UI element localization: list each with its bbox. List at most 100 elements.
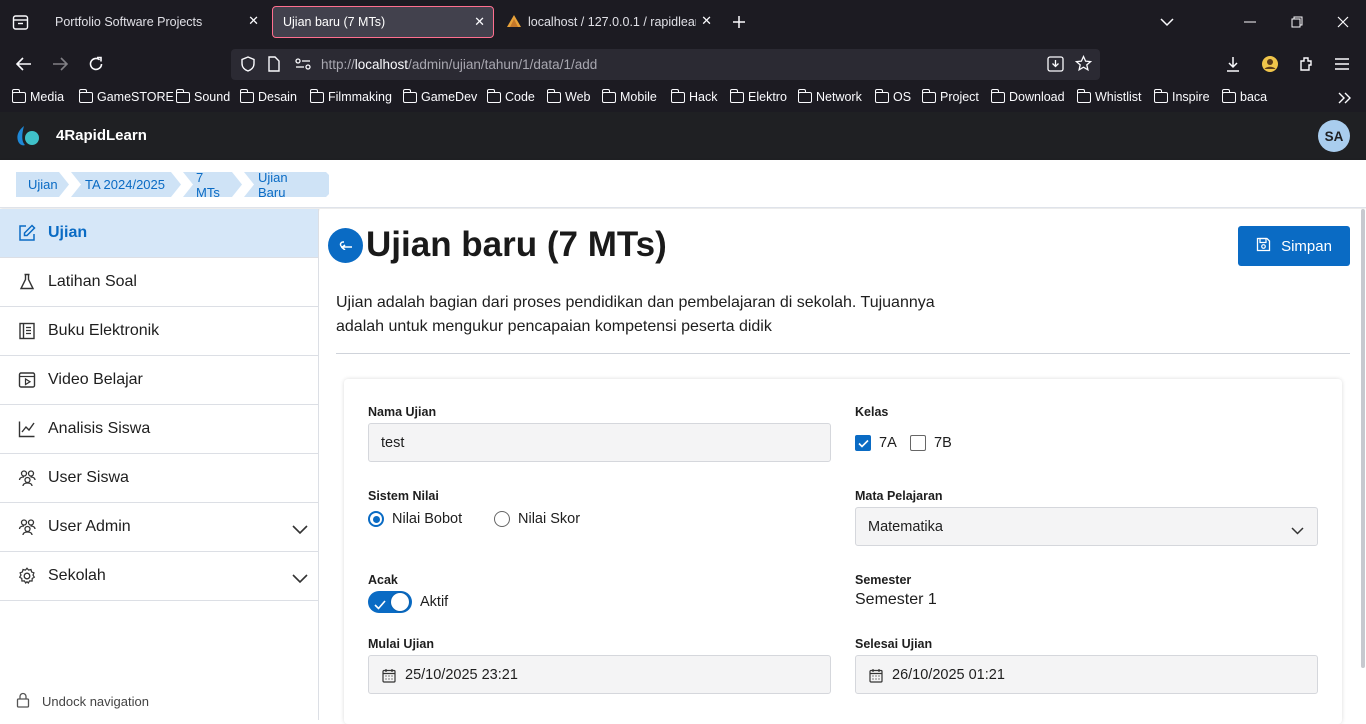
- extensions-icon[interactable]: [1297, 55, 1315, 73]
- sistem-nilai-option-skor[interactable]: Nilai Skor: [494, 511, 580, 527]
- bookmark-inspire[interactable]: Inspire: [1153, 88, 1210, 104]
- back-icon[interactable]: [15, 55, 33, 73]
- back-button[interactable]: [328, 228, 363, 263]
- breadcrumb-label: Ujian Baru: [258, 169, 288, 200]
- scrollbar[interactable]: [1361, 209, 1365, 668]
- calendar-icon[interactable]: [382, 668, 396, 687]
- reload-icon[interactable]: [87, 55, 105, 73]
- sistem-nilai-option-bobot[interactable]: Nilai Bobot: [368, 511, 462, 527]
- kelas-option-7b[interactable]: 7B: [910, 435, 952, 451]
- sidebar-item-user-siswa[interactable]: User Siswa: [0, 454, 318, 503]
- tab-title: localhost / 127.0.0.1 / rapidlearn: [528, 15, 696, 29]
- url-text[interactable]: http://localhost/admin/ujian/tahun/1/dat…: [321, 57, 597, 72]
- chevron-down-icon[interactable]: [292, 571, 308, 589]
- permissions-icon[interactable]: [295, 57, 311, 76]
- app-header: 4RapidLearn SA: [0, 112, 1366, 160]
- tab-ujian-baru[interactable]: Ujian baru (7 MTs) ✕: [272, 6, 494, 38]
- radio-unselected-icon[interactable]: [494, 511, 510, 527]
- sidebar-item-latihan-soal[interactable]: Latihan Soal: [0, 258, 318, 307]
- install-icon[interactable]: [1047, 56, 1064, 77]
- bookmark-media[interactable]: Media: [11, 88, 64, 104]
- sidebar-item-analisis-siswa[interactable]: Analisis Siswa: [0, 405, 318, 454]
- close-icon[interactable]: ✕: [474, 14, 485, 30]
- nama-ujian-input[interactable]: test: [368, 423, 831, 462]
- breadcrumb-item-current[interactable]: Ujian Baru: [244, 172, 329, 197]
- undock-label: Undock navigation: [42, 694, 149, 709]
- bookmark-label: Filmmaking: [328, 90, 392, 104]
- profile-icon[interactable]: [1261, 55, 1279, 73]
- chevron-down-icon[interactable]: [1158, 13, 1176, 31]
- restore-icon[interactable]: [1288, 13, 1306, 31]
- sidebar-item-ujian[interactable]: Ujian: [0, 209, 318, 258]
- bookmark-gamedev[interactable]: GameDev: [402, 88, 477, 104]
- app-logo-icon[interactable]: [15, 125, 41, 152]
- forward-icon[interactable]: [51, 55, 69, 73]
- chevrons-right-icon[interactable]: [1336, 89, 1354, 107]
- sidebar-item-label: Sekolah: [48, 567, 106, 584]
- breadcrumb-item[interactable]: 7 MTs: [183, 172, 242, 197]
- checkbox-unchecked-icon[interactable]: [910, 435, 926, 451]
- kelas-option-7a[interactable]: 7A: [855, 435, 897, 451]
- bookmark-code[interactable]: Code: [486, 88, 535, 104]
- bookmark-web[interactable]: Web: [546, 88, 590, 104]
- radio-selected-icon[interactable]: [368, 511, 384, 527]
- bookmark-sound[interactable]: Sound: [175, 88, 230, 104]
- tab-phpmyadmin[interactable]: localhost / 127.0.0.1 / rapidlearn ✕: [498, 6, 720, 38]
- sidebar-item-sekolah[interactable]: Sekolah: [0, 552, 318, 601]
- url-path: /admin/ujian/tahun/1/data/1/add: [408, 57, 598, 72]
- bookmark-hack[interactable]: Hack: [670, 88, 717, 104]
- bookmark-mobile[interactable]: Mobile: [601, 88, 657, 104]
- avatar[interactable]: SA: [1318, 120, 1350, 152]
- bookmark-label: Project: [940, 90, 979, 104]
- calendar-icon[interactable]: [869, 668, 883, 687]
- bookmark-os[interactable]: OS: [874, 88, 911, 104]
- bookmark-gamestore[interactable]: GameSTORE: [78, 88, 174, 104]
- close-icon[interactable]: ✕: [248, 13, 259, 29]
- bookmarks-bar: Media GameSTORE Sound Desain Filmmaking …: [0, 84, 1366, 112]
- bookmark-baca[interactable]: baca: [1221, 88, 1267, 104]
- folder-icon: [1076, 88, 1091, 103]
- page-icon[interactable]: [268, 56, 280, 77]
- description-line: adalah untuk mengukur pencapaian kompete…: [336, 318, 772, 335]
- bookmark-desain[interactable]: Desain: [239, 88, 297, 104]
- sidebar-item-user-admin[interactable]: User Admin: [0, 503, 318, 552]
- mulai-ujian-input[interactable]: 25/10/2025 23:21: [368, 655, 831, 694]
- sidebar-item-buku-elektronik[interactable]: Buku Elektronik: [0, 307, 318, 356]
- mata-pelajaran-select[interactable]: Matematika: [855, 507, 1318, 546]
- new-tab-icon[interactable]: [730, 13, 748, 31]
- folder-icon: [546, 88, 561, 103]
- breadcrumb-item[interactable]: Ujian: [16, 172, 69, 197]
- tab-portfolio[interactable]: Portfolio Software Projects ✕: [45, 6, 267, 38]
- checkbox-checked-icon[interactable]: [855, 435, 871, 451]
- chevron-down-icon[interactable]: [292, 522, 308, 540]
- folder-icon: [309, 88, 324, 103]
- sistem-nilai-label: Sistem Nilai: [368, 489, 439, 503]
- sidebar-item-label: User Admin: [48, 518, 131, 535]
- close-icon[interactable]: ✕: [701, 13, 712, 29]
- bookmark-label: Desain: [258, 90, 297, 104]
- bookmark-network[interactable]: Network: [797, 88, 862, 104]
- tab-list-icon[interactable]: [11, 13, 29, 31]
- bookmark-download[interactable]: Download: [990, 88, 1065, 104]
- acak-toggle[interactable]: [368, 591, 412, 613]
- download-icon[interactable]: [1224, 55, 1242, 73]
- folder-icon: [1153, 88, 1168, 103]
- undock-navigation[interactable]: Undock navigation: [16, 692, 149, 711]
- shield-icon[interactable]: [241, 56, 255, 77]
- folder-icon: [11, 88, 26, 103]
- menu-icon[interactable]: [1333, 55, 1351, 73]
- save-button[interactable]: Simpan: [1238, 226, 1350, 266]
- bookmark-elektro[interactable]: Elektro: [729, 88, 787, 104]
- sidebar-item-video-belajar[interactable]: Video Belajar: [0, 356, 318, 405]
- bookmark-project[interactable]: Project: [921, 88, 979, 104]
- breadcrumb-item[interactable]: TA 2024/2025: [71, 172, 181, 197]
- app-name[interactable]: 4RapidLearn: [56, 127, 147, 144]
- chart-icon: [18, 420, 36, 438]
- minimize-icon[interactable]: [1241, 13, 1259, 31]
- selesai-ujian-input[interactable]: 26/10/2025 01:21: [855, 655, 1318, 694]
- address-bar[interactable]: http://localhost/admin/ujian/tahun/1/dat…: [231, 49, 1100, 80]
- bookmark-filmmaking[interactable]: Filmmaking: [309, 88, 392, 104]
- star-icon[interactable]: [1074, 54, 1093, 77]
- close-window-icon[interactable]: [1334, 13, 1352, 31]
- bookmark-whistlist[interactable]: Whistlist: [1076, 88, 1142, 104]
